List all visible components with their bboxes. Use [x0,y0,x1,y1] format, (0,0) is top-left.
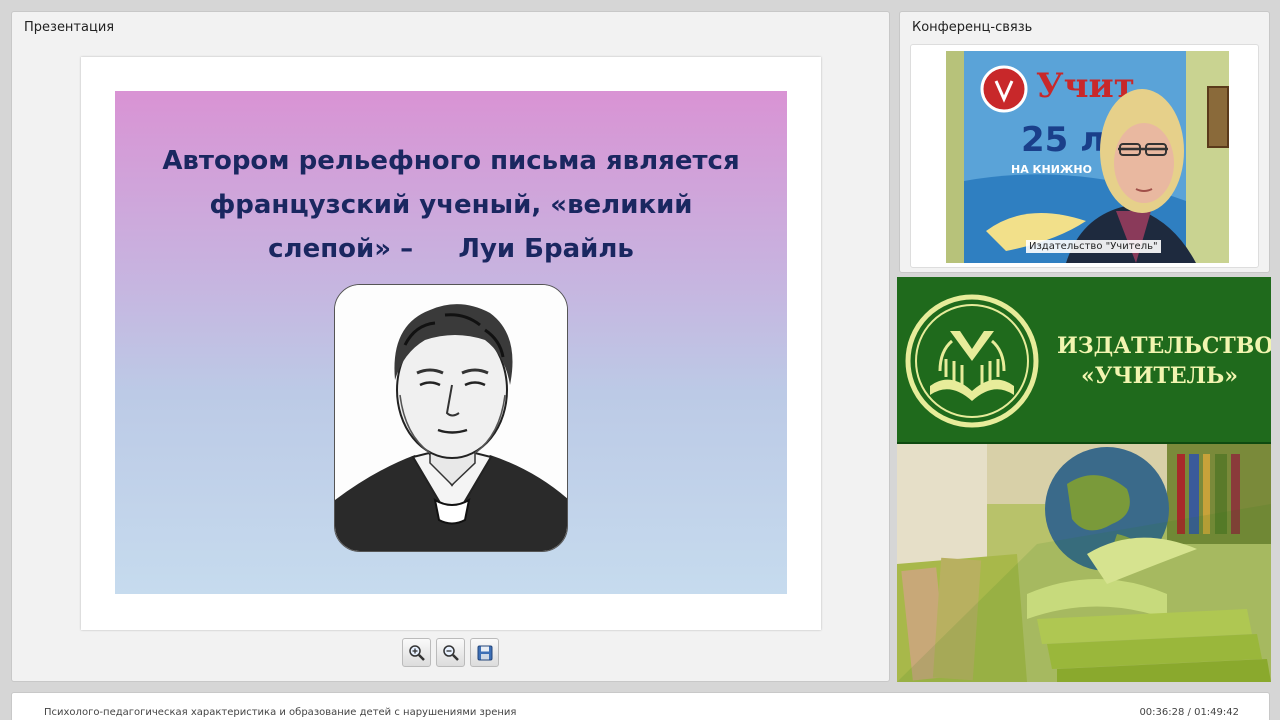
webcam-scene: Учит 25 л НА КНИЖНО [946,51,1229,263]
publisher-banner: ИЗДАТЕЛЬСТВО «УЧИТЕЛЬ» [897,277,1271,682]
slide-heading: Автором рельефного письма является франц… [115,139,787,271]
slide-toolbar [402,638,499,668]
webcam-video[interactable]: Учит 25 л НА КНИЖНО Издательство "Учител… [946,51,1229,263]
slide-frame: Автором рельефного письма является франц… [81,57,821,630]
slide-heading-line: Автором рельефного письма является [162,146,740,176]
playback-time: 00:36:28 / 01:49:42 [1139,707,1239,718]
louis-braille-portrait [334,284,568,552]
zoom-in-icon [408,644,425,661]
zoom-out-button[interactable] [436,638,465,667]
publisher-logo-icon [905,294,1039,428]
banner-logo-area: ИЗДАТЕЛЬСТВО «УЧИТЕЛЬ» [897,277,1271,444]
participant-label: Издательство "Учитель" [1026,240,1161,253]
zoom-in-button[interactable] [402,638,431,667]
slide-heading-line: слепой» – Луи Брайль [268,234,634,264]
portrait-drawing [335,285,567,551]
slide: Автором рельефного письма является франц… [115,91,787,594]
svg-text:НА КНИЖНО: НА КНИЖНО [1011,163,1092,176]
save-button[interactable] [470,638,499,667]
slide-heading-line: французский ученый, «великий [209,190,693,220]
svg-text:25 л: 25 л [1021,120,1105,160]
presentation-panel-title: Презентация [24,20,115,35]
publisher-name: ИЗДАТЕЛЬСТВО «УЧИТЕЛЬ» [1057,331,1271,391]
zoom-out-icon [442,644,459,661]
video-frame: Учит 25 л НА КНИЖНО Издательство "Учител… [910,44,1259,268]
course-title: Психолого-педагогическая характеристика … [44,707,517,718]
save-icon [477,645,492,660]
banner-books-image [897,444,1271,682]
conference-panel-title: Конференц-связь [912,20,1033,35]
publisher-name-line2: «УЧИТЕЛЬ» [1081,363,1238,389]
conference-panel: Конференц-связь Учит 25 л НА КНИЖНО Изда… [899,11,1270,273]
books-globe-illustration [897,444,1271,682]
publisher-name-line1: ИЗДАТЕЛЬСТВО [1057,333,1271,359]
presentation-panel: Презентация Автором рельефного письма яв… [11,11,890,682]
footer-bar: Психолого-педагогическая характеристика … [11,692,1270,720]
